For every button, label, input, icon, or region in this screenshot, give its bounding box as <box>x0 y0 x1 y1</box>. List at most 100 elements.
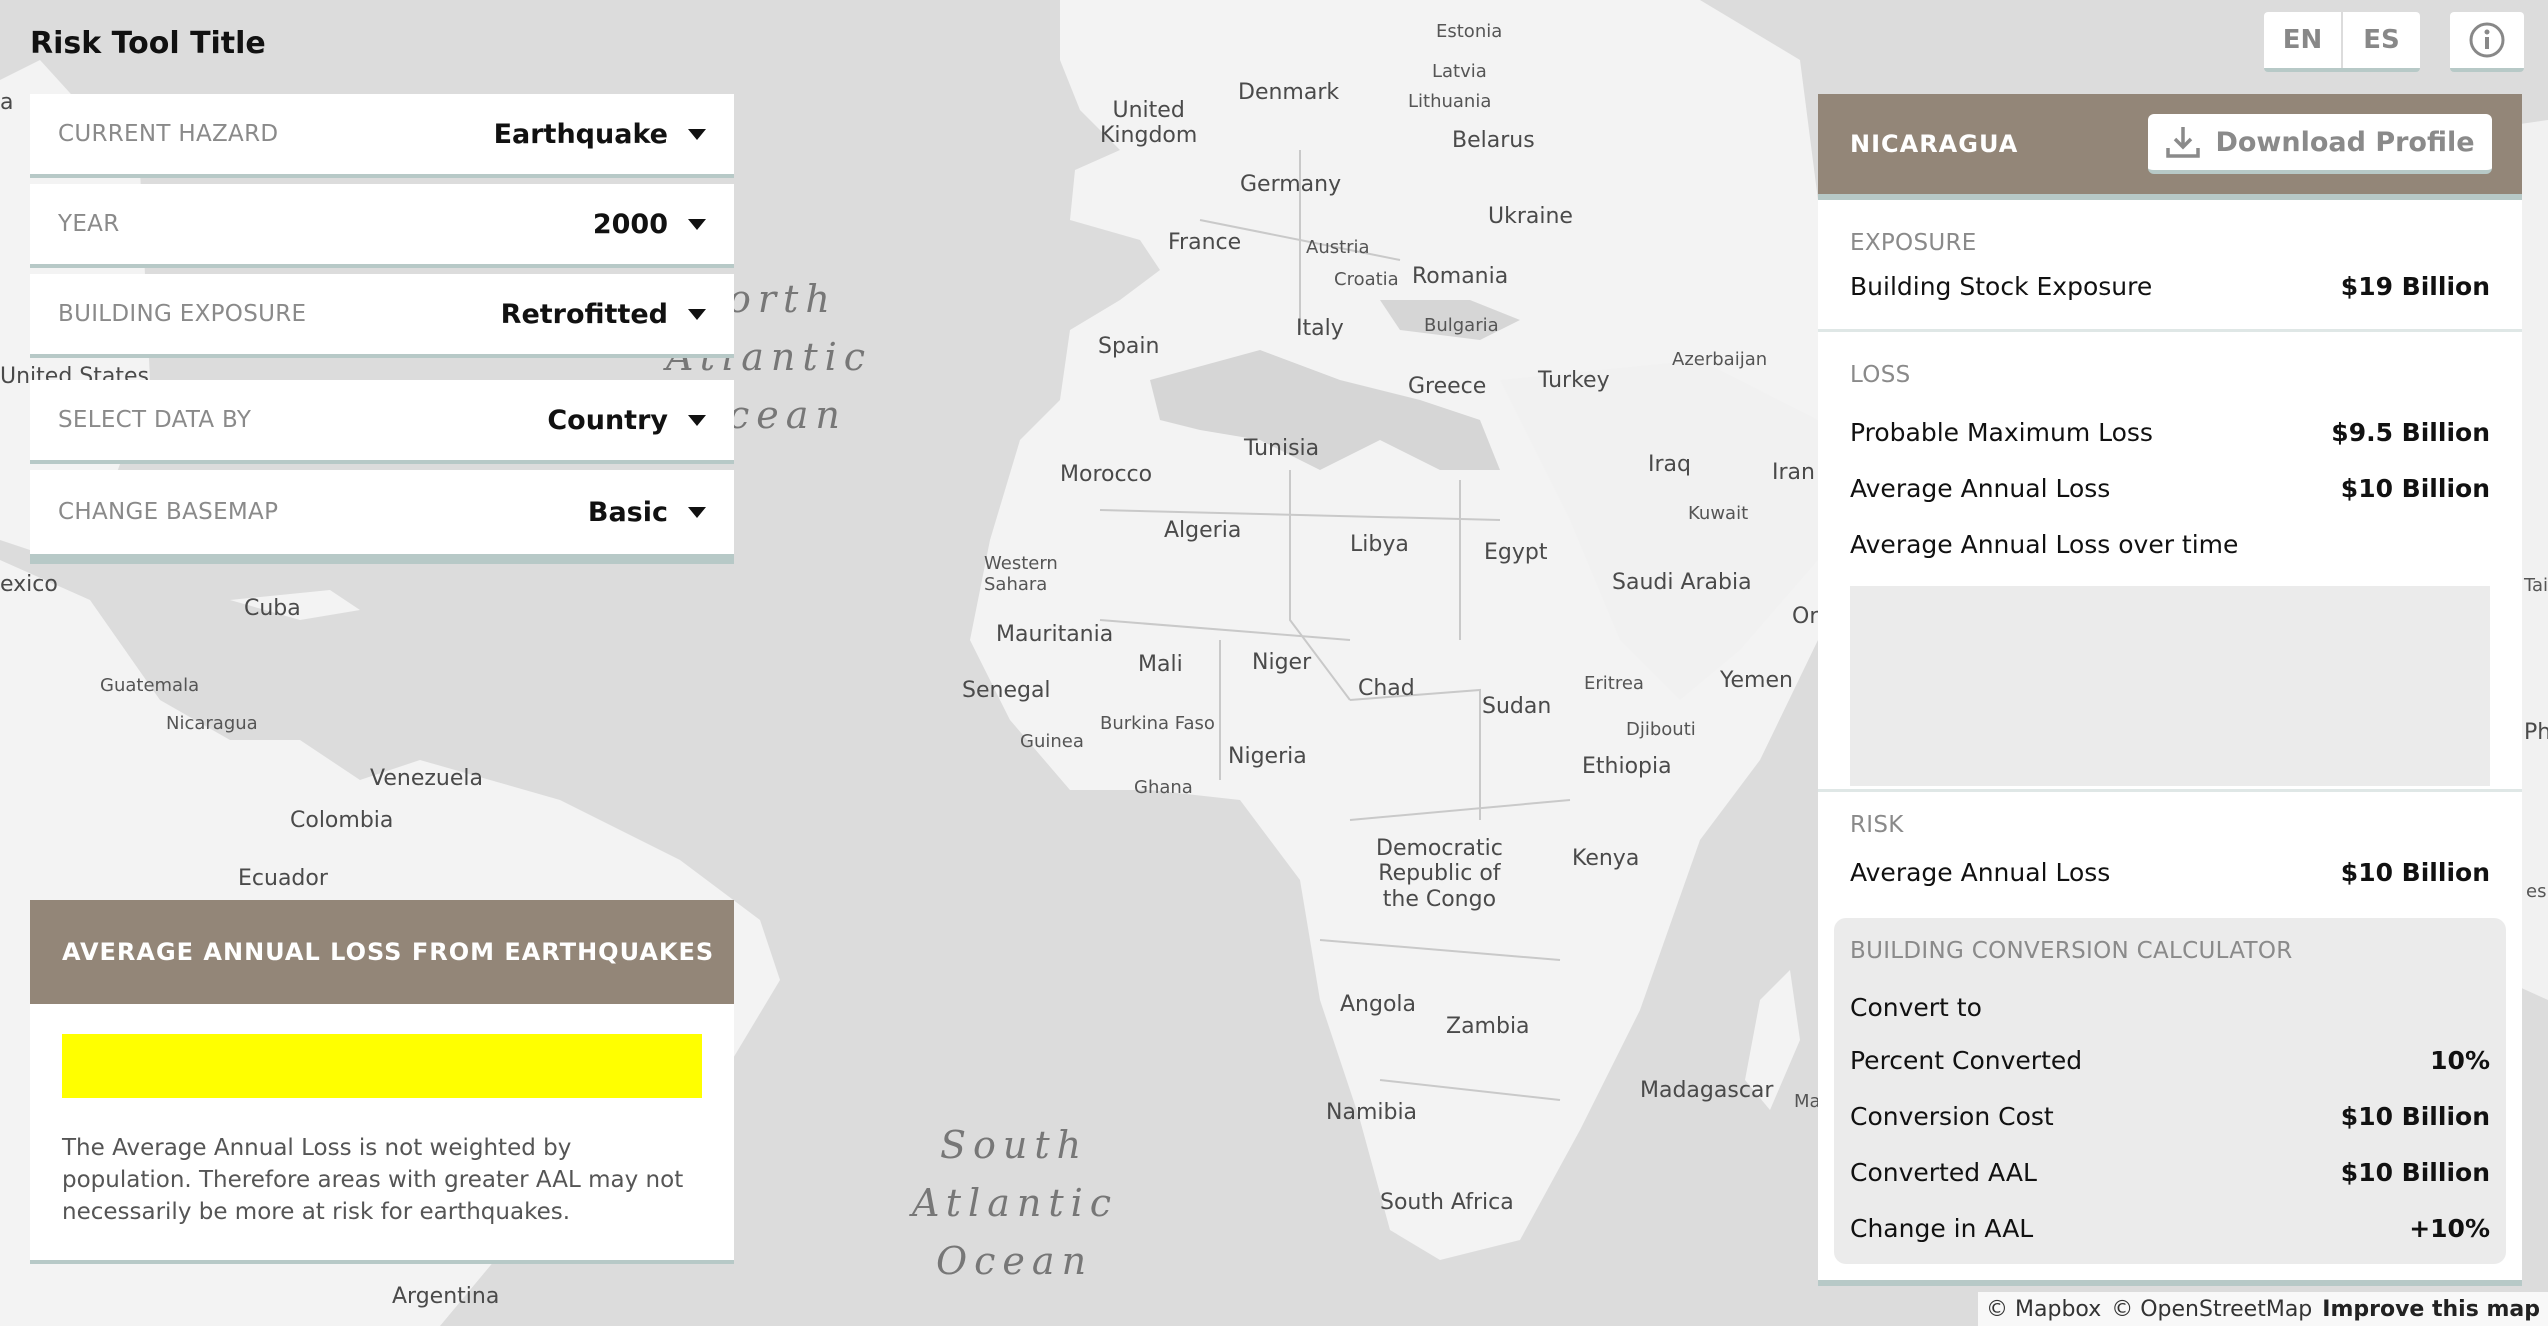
map-label-bulgaria: Bulgaria <box>1424 315 1499 336</box>
map-label-nigeria: Nigeria <box>1228 744 1307 769</box>
map-attribution: © Mapbox © OpenStreetMap Improve this ma… <box>1978 1292 2548 1326</box>
calculator-row-value: $10 Billion <box>2340 1157 2490 1187</box>
loss-over-time-label: Average Annual Loss over time <box>1850 529 2239 559</box>
map-label-guatemala: Guatemala <box>100 675 200 696</box>
lang-es-button[interactable]: ES <box>2341 12 2420 68</box>
map-label-ethiopia: Ethiopia <box>1582 754 1672 779</box>
convert-to-row[interactable]: Convert to <box>1850 982 2490 1032</box>
calculator-row-key: Converted AAL <box>1850 1157 2037 1187</box>
building-conversion-calculator: BUILDING CONVERSION CALCULATOR Convert t… <box>1834 918 2506 1264</box>
map-label-belarus: Belarus <box>1452 128 1535 153</box>
map-label-drc: Democratic Republic of the Congo <box>1376 836 1503 912</box>
map-label-nicaragua: Nicaragua <box>166 713 258 734</box>
attribution-osm-link[interactable]: © OpenStreetMap <box>2111 1297 2312 1322</box>
map-label-romania: Romania <box>1412 264 1509 289</box>
map-label-senegal: Senegal <box>962 678 1051 703</box>
basemap-select-label: CHANGE BASEMAP <box>58 499 279 525</box>
map-label-morocco: Morocco <box>1060 462 1153 487</box>
calculator-title: BUILDING CONVERSION CALCULATOR <box>1850 938 2293 964</box>
convert-to-label: Convert to <box>1850 992 1982 1022</box>
risk-row-value: $10 Billion <box>2340 858 2490 887</box>
select-data-by-value: Country <box>547 404 668 436</box>
calculator-row-key: Change in AAL <box>1850 1213 2034 1243</box>
exposure-title: EXPOSURE <box>1850 230 1977 256</box>
caret-down-icon <box>688 308 706 320</box>
loss-row-value: $10 Billion <box>2340 473 2490 503</box>
map-label-edge-ma: Ma <box>1794 1091 1821 1112</box>
map-label-germany: Germany <box>1240 172 1342 197</box>
lang-en-button[interactable]: EN <box>2264 12 2341 68</box>
map-label-ecuador: Ecuador <box>238 866 328 891</box>
map-legend: AVERAGE ANNUAL LOSS FROM EARTHQUAKES The… <box>30 900 734 1264</box>
loss-title: LOSS <box>1850 362 1911 388</box>
year-select[interactable]: YEAR 2000 <box>30 184 734 268</box>
calculator-row-key: Percent Converted <box>1850 1045 2083 1075</box>
caret-down-icon <box>688 414 706 426</box>
map-label-burkina-faso: Burkina Faso <box>1100 713 1215 734</box>
risk-row-key: Average Annual Loss <box>1850 858 2111 887</box>
map-label-austria: Austria <box>1306 237 1370 258</box>
basemap-select-value: Basic <box>587 496 668 528</box>
info-button[interactable] <box>2450 12 2524 72</box>
download-profile-button[interactable]: Download Profile <box>2148 114 2492 174</box>
ocean-label-north-atlantic-1: orth <box>728 277 837 321</box>
map-label-sudan: Sudan <box>1482 694 1552 719</box>
loss-row-key: Probable Maximum Loss <box>1850 417 2153 447</box>
map-label-latvia: Latvia <box>1432 61 1487 82</box>
map-label-saudi-arabia: Saudi Arabia <box>1612 570 1752 595</box>
map-label-croatia: Croatia <box>1334 269 1399 290</box>
loss-row-key: Average Annual Loss <box>1850 473 2111 503</box>
download-icon <box>2166 127 2201 158</box>
map-label-mexico: exico <box>0 572 58 597</box>
basemap-select[interactable]: CHANGE BASEMAP Basic <box>30 470 734 564</box>
calculator-row-value: 10% <box>2430 1045 2490 1075</box>
legend-body: The Average Annual Loss is not weighted … <box>30 1004 734 1264</box>
map-label-spain: Spain <box>1098 334 1160 359</box>
map-label-edge-phi: Phi <box>2524 720 2548 745</box>
map-label-libya: Libya <box>1350 532 1409 557</box>
attribution-mapbox-link[interactable]: © Mapbox <box>1986 1297 2101 1322</box>
calculator-row-key: Conversion Cost <box>1850 1101 2054 1131</box>
app-title: Risk Tool Title <box>30 26 266 61</box>
map-label-eritrea: Eritrea <box>1584 673 1644 694</box>
loss-row: Probable Maximum Loss $9.5 Billion <box>1850 404 2490 460</box>
map-label-argentina: Argentina <box>392 1284 500 1309</box>
map-label-ukraine: Ukraine <box>1488 204 1573 229</box>
legend-note: The Average Annual Loss is not weighted … <box>62 1135 684 1225</box>
caret-down-icon <box>688 128 706 140</box>
map-label-western-sahara: Western Sahara <box>984 553 1058 595</box>
hazard-select-label: CURRENT HAZARD <box>58 121 279 147</box>
legend-title: AVERAGE ANNUAL LOSS FROM EARTHQUAKES <box>30 900 734 1004</box>
map-label-estonia: Estonia <box>1436 21 1503 42</box>
select-data-by-label: SELECT DATA BY <box>58 407 252 433</box>
calculator-row-value: $10 Billion <box>2340 1101 2490 1131</box>
map-label-djibouti: Djibouti <box>1626 719 1696 740</box>
hazard-select[interactable]: CURRENT HAZARD Earthquake <box>30 94 734 178</box>
building-exposure-select-value: Retrofitted <box>500 298 668 330</box>
map-label-kuwait: Kuwait <box>1688 503 1749 524</box>
loss-row: Average Annual Loss $10 Billion <box>1850 460 2490 516</box>
risk-title: RISK <box>1850 812 1904 838</box>
ocean-label-south-atlantic-3: Ocean <box>936 1239 1094 1283</box>
building-exposure-select[interactable]: BUILDING EXPOSURE Retrofitted <box>30 274 734 358</box>
year-select-value: 2000 <box>592 208 668 240</box>
ocean-label-south-atlantic-2: Atlantic <box>912 1181 1119 1225</box>
exposure-row: Building Stock Exposure $19 Billion <box>1850 272 2490 301</box>
map-label-ghana: Ghana <box>1134 777 1193 798</box>
map-label-tunisia: Tunisia <box>1244 436 1320 461</box>
map-label-kenya: Kenya <box>1572 846 1640 871</box>
exposure-section: EXPOSURE Building Stock Exposure $19 Bil… <box>1818 200 2522 332</box>
map-label-algeria: Algeria <box>1164 518 1242 543</box>
map-label-france: France <box>1168 230 1242 255</box>
map-label-zambia: Zambia <box>1446 1014 1530 1039</box>
download-profile-label: Download Profile <box>2215 126 2475 158</box>
caret-down-icon <box>688 218 706 230</box>
improve-map-link[interactable]: Improve this map <box>2322 1297 2540 1322</box>
select-data-by-select[interactable]: SELECT DATA BY Country <box>30 380 734 464</box>
calculator-row: Change in AAL +10% <box>1850 1200 2490 1256</box>
map-label-lithuania: Lithuania <box>1408 91 1492 112</box>
map-label-egypt: Egypt <box>1484 540 1548 565</box>
hazard-select-value: Earthquake <box>493 118 668 150</box>
caret-down-icon <box>688 506 706 518</box>
map-label-south-africa: South Africa <box>1380 1190 1514 1215</box>
